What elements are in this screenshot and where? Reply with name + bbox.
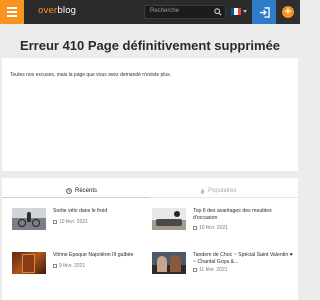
posts-panel: Récents Populaires Sortie vélo dans le f…	[2, 178, 298, 300]
calendar-icon	[53, 264, 57, 268]
clock-icon	[66, 188, 72, 194]
page-title: Erreur 410 Page définitivement supprimée	[19, 38, 281, 53]
tab-divider	[150, 197, 298, 198]
post-item[interactable]: Top 6 des avantages des meubles d'occasi…	[152, 208, 292, 238]
search-placeholder: Recherche	[150, 8, 180, 14]
create-blog-button[interactable]: +	[276, 0, 300, 24]
search-input[interactable]: Recherche	[144, 5, 226, 19]
login-arrow-icon	[259, 6, 270, 18]
post-date: 11 févr. 2021	[193, 267, 228, 273]
post-item[interactable]: Sortie vélo dans le froid 10 févr. 2021	[12, 208, 152, 238]
hamburger-icon[interactable]	[0, 0, 24, 24]
post-thumbnail[interactable]	[12, 252, 46, 274]
post-date: 10 févr. 2021	[53, 219, 88, 225]
chevron-down-icon[interactable]	[243, 10, 247, 13]
tab-populaires[interactable]: Populaires	[200, 184, 236, 198]
login-button[interactable]	[252, 0, 276, 24]
post-thumbnail[interactable]	[12, 208, 46, 230]
post-item[interactable]: Tandem de Choc ~ Spécial Saint Valentin …	[152, 252, 293, 282]
flame-icon	[200, 188, 205, 194]
calendar-icon	[193, 226, 197, 230]
post-item[interactable]: Vitrine Epoque Napoléon III galbée 9 fév…	[12, 252, 152, 282]
post-thumbnail[interactable]	[152, 208, 186, 230]
error-message-card: Toutes nos excuses, mais la page que vou…	[2, 58, 298, 171]
post-date: 9 févr. 2021	[53, 263, 85, 269]
plus-icon: +	[282, 6, 294, 18]
search-icon[interactable]	[214, 8, 222, 16]
tab-recents[interactable]: Récents	[66, 184, 97, 198]
post-title[interactable]: Vitrine Epoque Napoléon III galbée	[53, 252, 153, 259]
post-title[interactable]: Tandem de Choc ~ Spécial Saint Valentin …	[193, 252, 293, 266]
top-navigation-bar: overblog Recherche +	[0, 0, 300, 24]
calendar-icon	[53, 220, 57, 224]
error-message: Toutes nos excuses, mais la page que vou…	[10, 72, 172, 78]
post-title[interactable]: Top 6 des avantages des meubles d'occasi…	[193, 208, 293, 222]
tab-divider	[2, 197, 150, 198]
post-date: 10 févr. 2021	[193, 225, 228, 231]
language-flag-icon[interactable]	[231, 8, 241, 15]
post-thumbnail[interactable]	[152, 252, 186, 274]
overblog-logo[interactable]: overblog	[38, 6, 76, 16]
post-title[interactable]: Sortie vélo dans le froid	[53, 208, 153, 215]
calendar-icon	[193, 268, 197, 272]
